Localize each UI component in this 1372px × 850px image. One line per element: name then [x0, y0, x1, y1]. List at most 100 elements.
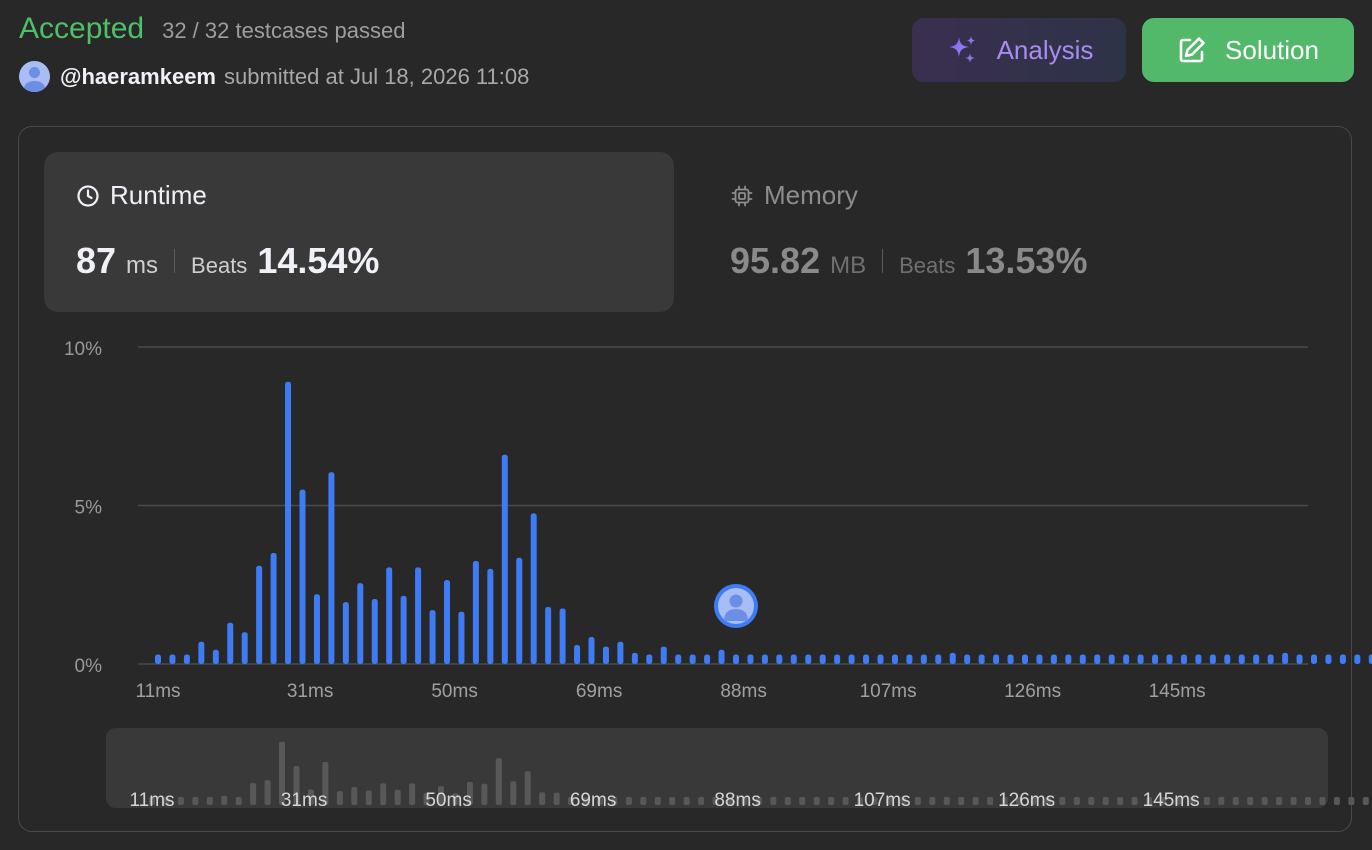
runtime-bar[interactable] — [733, 654, 739, 664]
runtime-bar[interactable] — [1180, 654, 1187, 664]
navigator-bar — [1348, 797, 1355, 805]
runtime-bar[interactable] — [1224, 654, 1231, 664]
runtime-bar[interactable] — [545, 606, 552, 664]
runtime-bar[interactable] — [516, 557, 523, 664]
navigator-bar — [1059, 797, 1066, 805]
runtime-bar[interactable] — [617, 641, 624, 664]
x-tick-label: 31ms — [287, 681, 333, 702]
runtime-bar[interactable] — [1267, 654, 1274, 664]
runtime-bar[interactable] — [487, 568, 494, 664]
navigator-bar — [1203, 797, 1210, 805]
runtime-bar[interactable] — [819, 654, 826, 664]
runtime-bar[interactable] — [501, 454, 508, 664]
runtime-bar[interactable] — [1209, 654, 1216, 664]
runtime-bar[interactable] — [906, 654, 913, 664]
runtime-bar[interactable] — [299, 489, 306, 664]
runtime-bar[interactable] — [1339, 654, 1346, 664]
runtime-bar[interactable] — [169, 654, 176, 664]
runtime-bar[interactable] — [935, 654, 942, 664]
runtime-bar[interactable] — [415, 567, 422, 664]
runtime-bar[interactable] — [530, 513, 537, 664]
runtime-bar[interactable] — [559, 608, 566, 664]
runtime-bar[interactable] — [1094, 654, 1101, 664]
runtime-bar[interactable] — [1253, 654, 1260, 664]
runtime-bar[interactable] — [400, 595, 407, 664]
runtime-bar[interactable] — [1022, 654, 1028, 664]
runtime-bar[interactable] — [588, 637, 595, 664]
navigator-bar — [1232, 797, 1239, 805]
runtime-bar[interactable] — [198, 641, 205, 664]
runtime-bar[interactable] — [790, 654, 797, 664]
runtime-bar[interactable] — [877, 654, 884, 664]
runtime-bar[interactable] — [1123, 654, 1130, 664]
runtime-bar[interactable] — [342, 602, 349, 664]
runtime-bar[interactable] — [155, 654, 161, 664]
runtime-bar[interactable] — [256, 565, 263, 664]
runtime-bar[interactable] — [805, 654, 812, 664]
runtime-bar[interactable] — [1065, 654, 1072, 664]
navigator-bar — [409, 783, 416, 805]
runtime-bar[interactable] — [1166, 654, 1173, 664]
runtime-bar[interactable] — [1354, 654, 1361, 664]
runtime-bar[interactable] — [920, 654, 927, 664]
runtime-bar[interactable] — [429, 610, 436, 664]
runtime-bar[interactable] — [1282, 652, 1289, 664]
runtime-bar[interactable] — [834, 654, 841, 664]
runtime-bar[interactable] — [863, 654, 870, 664]
runtime-bar[interactable] — [1195, 654, 1202, 664]
runtime-bar[interactable] — [660, 646, 667, 664]
runtime-bar[interactable] — [964, 654, 971, 664]
runtime-bar[interactable] — [1007, 654, 1014, 664]
runtime-bar[interactable] — [1108, 654, 1115, 664]
runtime-bar[interactable] — [1238, 654, 1245, 664]
runtime-bar[interactable] — [183, 654, 190, 664]
runtime-bar[interactable] — [227, 622, 234, 664]
x-tick-label: 69ms — [576, 681, 622, 702]
navigator-tick-label: 88ms — [714, 790, 760, 811]
runtime-bar[interactable] — [1050, 654, 1057, 664]
runtime-bar[interactable] — [675, 654, 682, 664]
runtime-bar[interactable] — [646, 654, 653, 664]
runtime-bar[interactable] — [602, 646, 609, 664]
runtime-bar[interactable] — [1036, 654, 1043, 664]
runtime-bar[interactable] — [993, 654, 1000, 664]
navigator-bar — [1247, 797, 1254, 805]
navigator-bar — [1102, 797, 1109, 805]
runtime-bar[interactable] — [472, 560, 479, 664]
runtime-bar[interactable] — [1325, 654, 1332, 664]
runtime-bar[interactable] — [704, 654, 711, 664]
runtime-bar[interactable] — [270, 553, 277, 664]
runtime-bar[interactable] — [747, 654, 754, 664]
runtime-bar[interactable] — [776, 654, 783, 664]
runtime-bar[interactable] — [1311, 654, 1317, 664]
runtime-distribution-chart: 0% 5% 10% 11ms 31ms 50ms 69ms 88ms 107ms 126ms 145… — [64, 339, 1372, 811]
runtime-bar[interactable] — [978, 654, 985, 664]
runtime-bar[interactable] — [631, 652, 638, 664]
navigator-bar — [784, 797, 791, 805]
runtime-bar[interactable] — [718, 649, 725, 664]
runtime-bar[interactable] — [371, 599, 378, 664]
runtime-bar[interactable] — [1152, 654, 1159, 664]
runtime-bar[interactable] — [313, 594, 320, 664]
runtime-bar[interactable] — [1296, 654, 1303, 664]
runtime-bar[interactable] — [357, 583, 364, 664]
runtime-bar[interactable] — [1079, 654, 1086, 664]
navigator-bar — [1218, 797, 1225, 805]
runtime-bar[interactable] — [848, 654, 855, 664]
runtime-bar[interactable] — [761, 654, 768, 664]
runtime-bar[interactable] — [689, 654, 696, 664]
runtime-bar[interactable] — [328, 472, 335, 664]
runtime-bar[interactable] — [285, 381, 292, 664]
y-tick-label: 0% — [75, 656, 103, 677]
runtime-bar[interactable] — [949, 652, 956, 664]
runtime-bar[interactable] — [444, 579, 450, 664]
runtime-bar[interactable] — [241, 632, 248, 664]
runtime-bar[interactable] — [891, 654, 898, 664]
runtime-bar[interactable] — [386, 567, 393, 664]
runtime-bar[interactable] — [1137, 654, 1144, 664]
navigator-bar — [654, 797, 661, 805]
navigator-bar — [799, 797, 806, 805]
runtime-bar[interactable] — [212, 649, 219, 664]
runtime-bar[interactable] — [574, 644, 581, 664]
runtime-bar[interactable] — [458, 611, 465, 664]
